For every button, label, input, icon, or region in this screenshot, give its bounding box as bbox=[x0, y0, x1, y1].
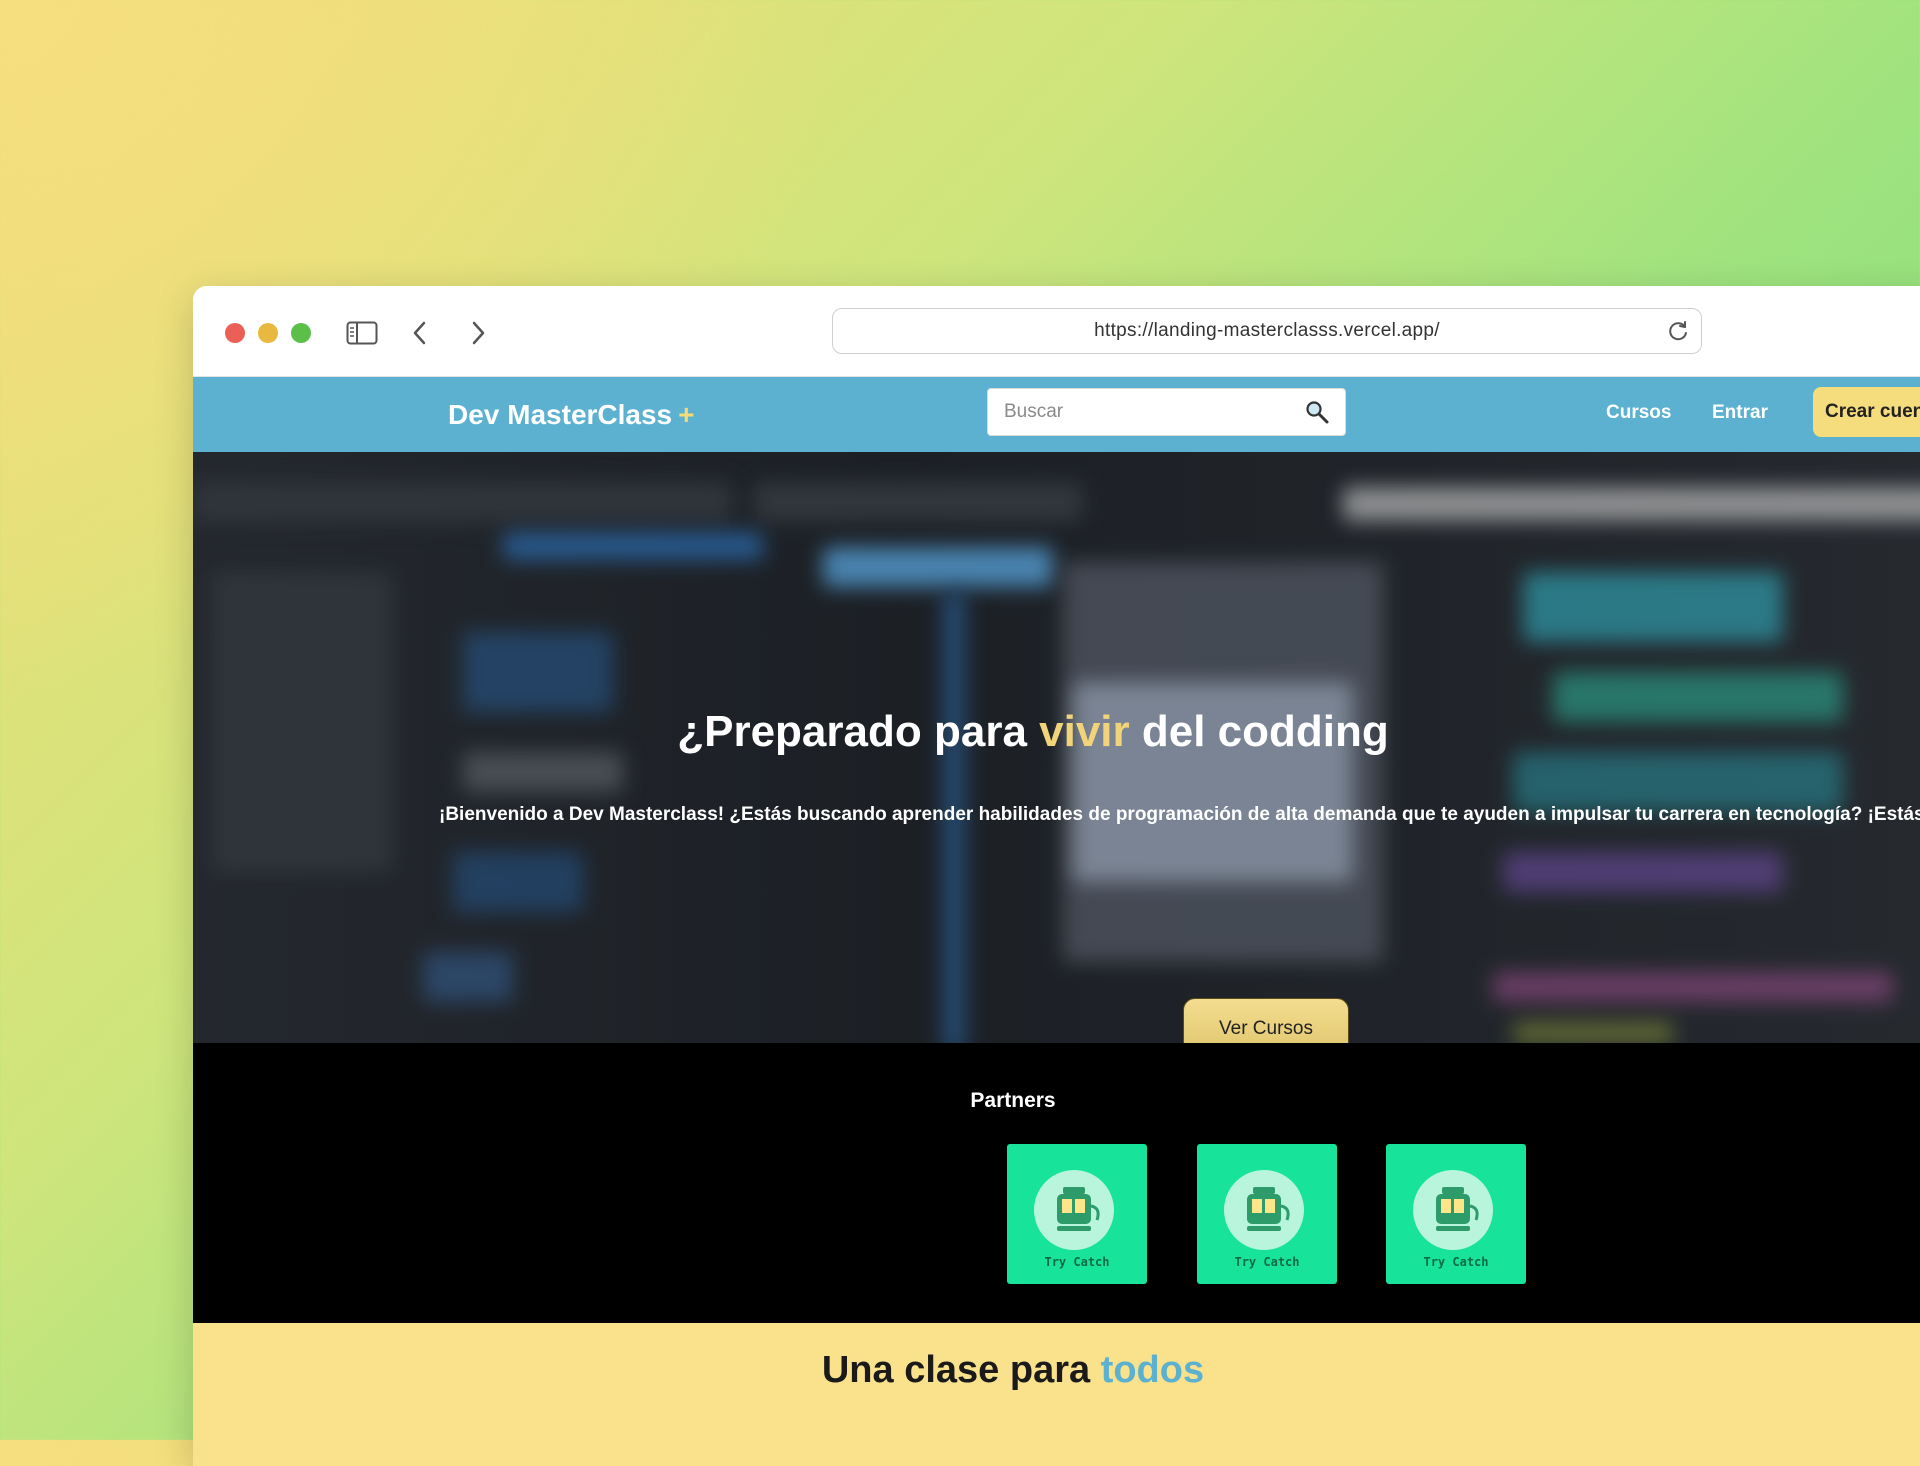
brand-plus: + bbox=[678, 399, 695, 430]
partner-logo-card[interactable]: Try Catch bbox=[1007, 1144, 1147, 1284]
sidebar-toggle-icon[interactable] bbox=[345, 316, 379, 350]
browser-toolbar: https://landing-masterclasss.vercel.app/ bbox=[193, 286, 1920, 377]
try-catch-logo-icon: Try Catch bbox=[1413, 1170, 1493, 1269]
section-title-highlight: todos bbox=[1100, 1349, 1205, 1391]
close-window-button[interactable] bbox=[225, 323, 245, 343]
try-catch-logo-icon: Try Catch bbox=[1034, 1170, 1114, 1269]
partner-logo-card[interactable]: Try Catch bbox=[1197, 1144, 1337, 1284]
forward-arrow-icon[interactable] bbox=[461, 316, 495, 350]
hero-subtitle: ¡Bienvenido a Dev Masterclass! ¿Estás bu… bbox=[439, 804, 1920, 825]
nav-link-cursos[interactable]: Cursos bbox=[1606, 402, 1671, 424]
maximize-window-button[interactable] bbox=[291, 323, 311, 343]
partners-heading: Partners bbox=[970, 1089, 1056, 1112]
partner-name: Try Catch bbox=[1234, 1255, 1299, 1269]
section-title: Una clase para todos bbox=[193, 1349, 1920, 1392]
reload-icon[interactable] bbox=[1667, 319, 1691, 343]
section-title-pre: Una clase para bbox=[821, 1349, 1101, 1391]
hero-title-post: del codding bbox=[1129, 707, 1389, 756]
brand-logo[interactable]: Dev MasterClass + bbox=[448, 399, 694, 431]
url-text: https://landing-masterclasss.vercel.app/ bbox=[1094, 320, 1440, 341]
browser-window: https://landing-masterclasss.vercel.app/… bbox=[193, 286, 1920, 1466]
hero-title-pre: ¿Preparado para bbox=[677, 707, 1040, 756]
nav-link-entrar[interactable]: Entrar bbox=[1712, 402, 1768, 424]
search-icon[interactable] bbox=[1305, 400, 1329, 424]
hero-title: ¿Preparado para vivir del codding bbox=[193, 707, 1920, 757]
partner-name: Try Catch bbox=[1423, 1255, 1488, 1269]
brand-name: Dev MasterClass bbox=[448, 399, 673, 430]
partners-section: Partners Try Catch Try Catch Try Catch bbox=[193, 1043, 1920, 1323]
hero-title-highlight: vivir bbox=[1039, 707, 1130, 756]
class-for-everyone-section: Una clase para todos bbox=[193, 1323, 1920, 1466]
view-courses-button[interactable]: Ver Cursos bbox=[1183, 998, 1349, 1043]
partner-logo-card[interactable]: Try Catch bbox=[1386, 1144, 1526, 1284]
hero-section: ¿Preparado para vivir del codding ¡Bienv… bbox=[193, 452, 1920, 1043]
try-catch-logo-icon: Try Catch bbox=[1224, 1170, 1304, 1269]
minimize-window-button[interactable] bbox=[258, 323, 278, 343]
back-arrow-icon[interactable] bbox=[403, 316, 437, 350]
partner-name: Try Catch bbox=[1044, 1255, 1109, 1269]
create-account-button[interactable]: Crear cuenta bbox=[1813, 387, 1920, 437]
search-box bbox=[987, 388, 1346, 436]
site-navbar: Dev MasterClass+ Cursos Entrar Crear cue… bbox=[193, 377, 1920, 452]
address-bar[interactable]: https://landing-masterclasss.vercel.app/ bbox=[832, 308, 1702, 354]
search-input[interactable] bbox=[988, 389, 1296, 435]
